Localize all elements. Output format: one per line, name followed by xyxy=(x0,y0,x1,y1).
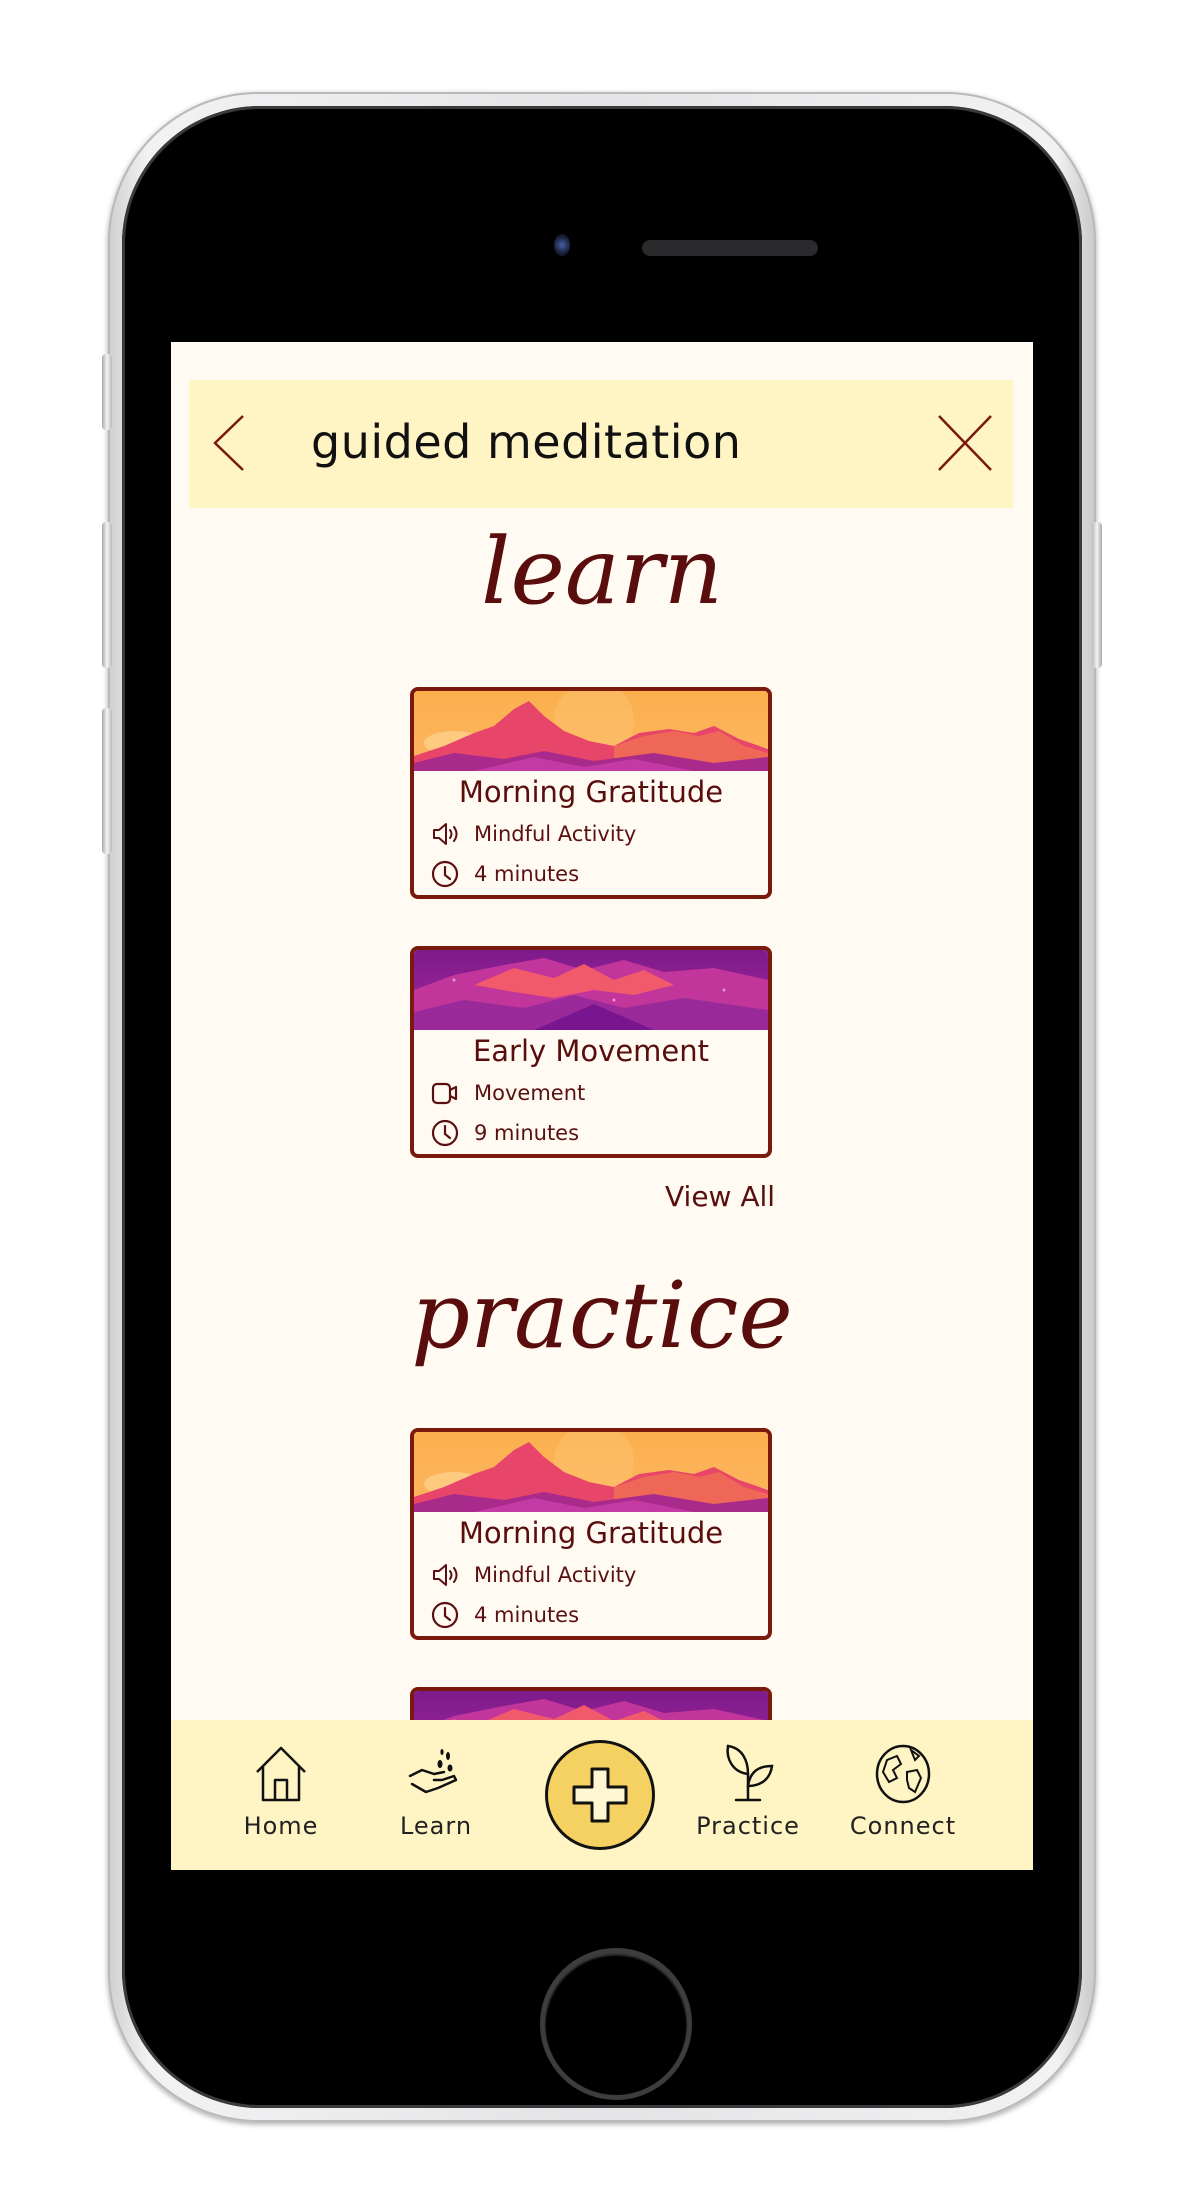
card-duration: 9 minutes xyxy=(474,1121,580,1145)
card-type: Movement xyxy=(474,1081,586,1105)
nav-practice[interactable]: Practice xyxy=(683,1742,813,1840)
sunrise-mountains-image xyxy=(414,1432,768,1512)
chevron-left-icon xyxy=(213,415,244,471)
card-duration-row: 4 minutes xyxy=(430,859,579,889)
app-screen: guided meditation learn Morning Gratitud… xyxy=(171,342,1033,1870)
clock-icon xyxy=(430,859,460,889)
nav-label: Connect xyxy=(849,1812,957,1840)
card-type: Mindful Activity xyxy=(474,1563,637,1587)
clock-icon xyxy=(430,1118,460,1148)
nav-label: Home xyxy=(243,1812,319,1840)
card-title: Morning Gratitude xyxy=(458,1516,724,1550)
card-type-row: Mindful Activity xyxy=(430,819,636,849)
sunrise-mountains-image xyxy=(414,691,768,771)
section-heading-practice: practice xyxy=(411,1262,793,1369)
nav-home[interactable]: Home xyxy=(216,1742,346,1840)
activity-card[interactable]: Morning Gratitude Mindful Activity 4 min… xyxy=(410,1428,772,1640)
mute-switch xyxy=(102,354,112,430)
close-icon xyxy=(938,415,992,471)
section-heading-learn: learn xyxy=(481,518,723,625)
view-all-link[interactable]: View All xyxy=(665,1180,775,1213)
card-title: Early Movement xyxy=(472,1034,710,1068)
sprout-icon xyxy=(726,1744,774,1802)
back-button[interactable] xyxy=(203,408,263,478)
card-duration: 4 minutes xyxy=(474,862,580,886)
nav-label: Learn xyxy=(399,1812,473,1840)
search-query[interactable]: guided meditation xyxy=(311,412,741,472)
card-type: Mindful Activity xyxy=(474,822,637,846)
bottom-nav: Home Learn Practice Connect xyxy=(171,1720,1033,1870)
purple-mountains-image xyxy=(414,950,768,1030)
card-type-row: Mindful Activity xyxy=(430,1560,636,1590)
volume-down-button xyxy=(102,708,112,854)
nav-learn[interactable]: Learn xyxy=(371,1742,501,1840)
activity-card[interactable]: Early Movement Movement 9 minutes xyxy=(410,946,772,1158)
home-button[interactable] xyxy=(540,1948,692,2100)
close-button[interactable] xyxy=(929,408,999,478)
clock-icon xyxy=(430,1600,460,1630)
front-camera xyxy=(554,234,570,256)
globe-icon xyxy=(875,1744,931,1804)
plus-icon xyxy=(572,1767,628,1823)
video-camera-icon xyxy=(430,1078,460,1108)
card-duration: 4 minutes xyxy=(474,1603,580,1627)
volume-up-button xyxy=(102,522,112,668)
card-duration-row: 4 minutes xyxy=(430,1600,579,1630)
activity-card[interactable]: Morning Gratitude Mindful Activity 4 min… xyxy=(410,687,772,899)
card-title: Morning Gratitude xyxy=(458,775,724,809)
add-button[interactable] xyxy=(545,1740,655,1850)
card-type-row: Movement xyxy=(430,1078,585,1108)
earpiece-speaker xyxy=(642,240,818,256)
speaker-icon xyxy=(430,1560,460,1590)
power-button xyxy=(1092,522,1102,668)
home-icon xyxy=(256,1746,306,1802)
speaker-icon xyxy=(430,819,460,849)
search-header: guided meditation xyxy=(189,380,1013,508)
nav-connect[interactable]: Connect xyxy=(838,1742,968,1840)
card-duration-row: 9 minutes xyxy=(430,1118,579,1148)
nav-label: Practice xyxy=(696,1812,800,1840)
hand-seeds-icon xyxy=(408,1749,458,1794)
